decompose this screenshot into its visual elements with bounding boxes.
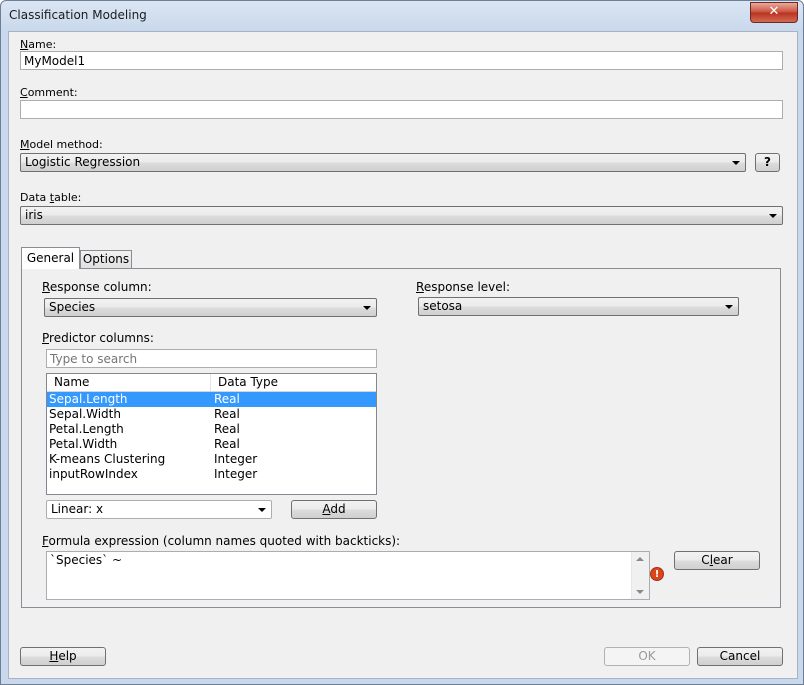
- error-icon: !: [650, 567, 664, 581]
- model-method-value: Logistic Regression: [25, 155, 141, 169]
- data-table-dropdown[interactable]: iris: [20, 206, 783, 225]
- comment-label: Comment:: [20, 86, 78, 99]
- column-separator[interactable]: [210, 374, 211, 391]
- window-title: Classification Modeling: [9, 8, 147, 22]
- chevron-down-icon: [769, 214, 777, 218]
- column-header-data-type[interactable]: Data Type: [218, 375, 278, 389]
- scroll-down-icon[interactable]: [636, 590, 644, 594]
- response-column-dropdown[interactable]: Species: [44, 298, 377, 317]
- response-column-label: Response column:: [42, 280, 152, 294]
- table-row[interactable]: K-means Clustering Integer: [47, 452, 376, 467]
- model-method-label: Model method:: [20, 138, 103, 151]
- chevron-down-icon: [363, 306, 371, 310]
- tab-general[interactable]: General: [21, 247, 80, 269]
- title-bar: Classification Modeling ✕: [1, 1, 803, 31]
- predictor-search-input[interactable]: [46, 349, 377, 368]
- row-name: Petal.Width: [49, 437, 118, 451]
- add-button[interactable]: Add: [291, 500, 377, 519]
- model-method-help-button[interactable]: ?: [755, 153, 780, 172]
- name-input[interactable]: MyModel1: [20, 51, 783, 70]
- formula-label: Formula expression (column names quoted …: [42, 534, 401, 548]
- row-type: Integer: [214, 452, 258, 466]
- table-row[interactable]: Petal.Width Real: [47, 437, 376, 452]
- chevron-down-icon: [258, 508, 266, 512]
- close-icon: ✕: [768, 4, 780, 19]
- comment-input[interactable]: [20, 100, 783, 119]
- response-level-value: setosa: [423, 299, 463, 313]
- close-button[interactable]: ✕: [750, 2, 798, 23]
- transform-dropdown[interactable]: Linear: x: [46, 500, 272, 519]
- formula-value: `Species` ~: [50, 553, 123, 567]
- response-level-dropdown[interactable]: setosa: [418, 297, 739, 316]
- chevron-down-icon: [725, 305, 733, 309]
- row-type: Real: [214, 422, 240, 436]
- help-button[interactable]: Help: [20, 647, 106, 666]
- model-method-dropdown[interactable]: Logistic Regression: [20, 153, 746, 172]
- row-type: Integer: [214, 467, 258, 481]
- name-label: Name:: [20, 38, 57, 51]
- row-name: Petal.Length: [49, 422, 124, 436]
- table-row[interactable]: Sepal.Length Real: [47, 392, 376, 407]
- row-name: K-means Clustering: [49, 452, 166, 466]
- predictor-columns-label: Predictor columns:: [42, 331, 154, 345]
- row-name: Sepal.Width: [49, 407, 121, 421]
- data-table-label: Data table:: [20, 191, 82, 204]
- chevron-down-icon: [732, 161, 740, 165]
- list-header: Name Data Type: [47, 374, 376, 392]
- formula-textarea[interactable]: `Species` ~: [46, 551, 650, 600]
- clear-button[interactable]: Clear: [674, 551, 760, 570]
- ok-button[interactable]: OK: [604, 647, 690, 666]
- classification-modeling-dialog: Classification Modeling ✕ Name: MyModel1…: [0, 0, 804, 685]
- row-name: Sepal.Length: [49, 392, 128, 406]
- table-row[interactable]: Petal.Length Real: [47, 422, 376, 437]
- column-header-name[interactable]: Name: [54, 375, 89, 389]
- dialog-client-area: Name: MyModel1 Comment: Model method: Lo…: [8, 31, 798, 679]
- row-type: Real: [214, 392, 240, 406]
- row-name: inputRowIndex: [49, 467, 138, 481]
- tab-options[interactable]: Options: [80, 250, 132, 268]
- response-column-value: Species: [49, 300, 96, 314]
- row-type: Real: [214, 437, 240, 451]
- cancel-button[interactable]: Cancel: [697, 647, 783, 666]
- scroll-up-icon[interactable]: [636, 557, 644, 561]
- formula-scrollbar[interactable]: [631, 552, 649, 599]
- table-row[interactable]: Sepal.Width Real: [47, 407, 376, 422]
- row-type: Real: [214, 407, 240, 421]
- predictor-columns-list[interactable]: Name Data Type Sepal.Length Real Sepal.W…: [46, 373, 377, 495]
- transform-value: Linear: x: [51, 502, 104, 516]
- data-table-value: iris: [25, 208, 43, 222]
- response-level-label: Response level:: [416, 280, 511, 294]
- table-row[interactable]: inputRowIndex Integer: [47, 467, 376, 482]
